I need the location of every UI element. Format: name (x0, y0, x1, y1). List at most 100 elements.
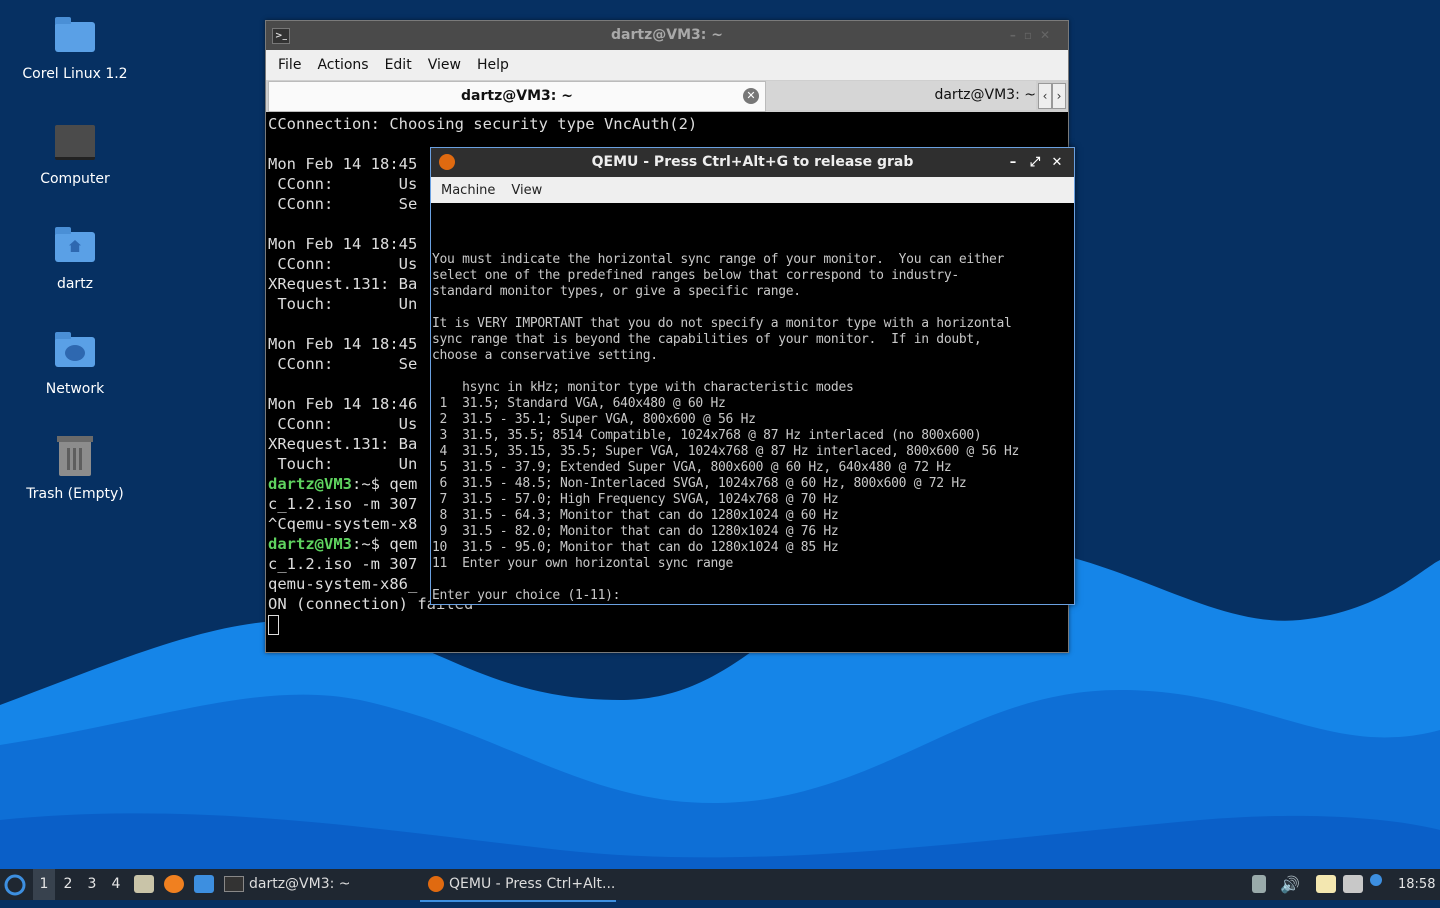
task-terminal[interactable]: dartz@VM3: ~ (224, 869, 351, 900)
vga-line: select one of the predefined ranges belo… (432, 268, 959, 283)
vga-line: 7 31.5 - 57.0; High Frequency SVGA, 1024… (432, 492, 839, 507)
command-fragment: qem (380, 475, 418, 493)
vga-line (432, 364, 1074, 380)
vga-line: 9 31.5 - 82.0; Monitor that can do 1280x… (432, 524, 839, 539)
network-icon[interactable] (1343, 875, 1363, 893)
vga-line: You must indicate the horizontal sync ra… (432, 252, 1005, 267)
firefox-icon[interactable] (164, 875, 184, 893)
taskbar: 1 2 3 4 dartz@VM3: ~ QEMU - Press Ctrl+A… (0, 869, 1440, 902)
desktop-icon-label: Computer (40, 171, 110, 187)
desktop-icon-home[interactable]: dartz (10, 224, 140, 292)
terminal-title: dartz@VM3: ~ (611, 27, 723, 43)
error-text: ON (connection) (268, 595, 408, 613)
desktop-icon-computer[interactable]: Computer (10, 119, 140, 187)
lubuntu-logo-icon (4, 874, 26, 896)
qemu-menubar: Machine View (431, 177, 1074, 203)
vga-line: 2 31.5 - 35.1; Super VGA, 800x600 @ 56 H… (432, 412, 756, 427)
maximize-icon[interactable]: ⤢ (1024, 148, 1046, 177)
terminal-titlebar[interactable]: >_ dartz@VM3: ~ –▫✕ (266, 21, 1068, 50)
chevron-right-icon[interactable]: › (1052, 83, 1066, 109)
workspace-4[interactable]: 4 (105, 869, 127, 900)
terminal-line: CConnection: Choosing security type VncA… (268, 115, 698, 133)
network-folder-icon (51, 329, 99, 375)
desktop-icon-corel-linux[interactable]: Corel Linux 1.2 (10, 14, 140, 82)
vga-line: 4 31.5, 35.15, 35.5; Super VGA, 1024x768… (432, 444, 1020, 459)
terminal-cursor-line (268, 614, 1068, 635)
task-label: QEMU - Press Ctrl+Alt... (449, 876, 616, 892)
desktop-icon-label: Corel Linux 1.2 (22, 66, 128, 82)
vga-line: standard monitor types, or give a specif… (432, 284, 801, 299)
vga-line: 5 31.5 - 37.9; Extended Super VGA, 800x6… (432, 460, 952, 475)
prompt-user: dartz@VM3 (268, 535, 352, 553)
vga-line (432, 572, 1074, 588)
show-desktop-icon[interactable] (194, 875, 214, 893)
terminal-tab-active[interactable]: dartz@VM3: ~ ✕ (268, 81, 766, 112)
chevron-left-icon[interactable]: ‹ (1038, 83, 1052, 109)
menu-view[interactable]: View (503, 183, 550, 198)
folder-icon (51, 14, 99, 60)
terminal-menubar: File Actions Edit View Help (266, 50, 1068, 80)
terminal-icon (224, 876, 244, 892)
menu-machine[interactable]: Machine (433, 183, 503, 198)
computer-icon (51, 119, 99, 165)
qemu-window[interactable]: QEMU - Press Ctrl+Alt+G to release grab … (430, 147, 1075, 605)
task-qemu[interactable]: QEMU - Press Ctrl+Alt... (420, 869, 616, 902)
clipboard-icon[interactable] (1316, 875, 1336, 893)
desktop-icon-label: dartz (56, 276, 94, 292)
text-cursor (268, 614, 279, 635)
desktop-icon-trash[interactable]: Trash (Empty) (10, 434, 140, 502)
desktop-icon-label: Trash (Empty) (26, 486, 124, 502)
tab-label: dartz@VM3: ~ (461, 88, 573, 104)
vga-line: sync range that is beyond the capabiliti… (432, 332, 982, 347)
start-menu-button[interactable] (4, 869, 28, 900)
clock[interactable]: 18:58 (1398, 869, 1435, 900)
close-tab-icon[interactable]: ✕ (743, 88, 759, 104)
prompt-user: dartz@VM3 (268, 475, 352, 493)
vga-line: 8 31.5 - 64.3; Monitor that can do 1280x… (432, 508, 839, 523)
close-icon[interactable]: ✕ (1046, 148, 1068, 177)
trash-icon (51, 434, 99, 480)
task-label: dartz@VM3: ~ (249, 876, 351, 892)
qemu-title: QEMU - Press Ctrl+Alt+G to release grab (591, 154, 914, 170)
tab-label: dartz@VM3: ~ (934, 87, 1036, 103)
menu-view[interactable]: View (420, 57, 469, 73)
qemu-titlebar[interactable]: QEMU - Press Ctrl+Alt+G to release grab … (431, 148, 1074, 177)
workspace-3[interactable]: 3 (81, 869, 103, 900)
tab-scroll: ‹ › (1038, 83, 1066, 109)
update-notifier-icon[interactable] (1370, 874, 1382, 886)
window-controls[interactable]: –▫✕ (1010, 21, 1058, 50)
menu-edit[interactable]: Edit (377, 57, 420, 73)
workspace-2[interactable]: 2 (57, 869, 79, 900)
vga-line: hsync in kHz; monitor type with characte… (432, 380, 854, 395)
prompt-path: :~$ (352, 535, 380, 553)
vga-line: 6 31.5 - 48.5; Non-Interlaced SVGA, 1024… (432, 476, 967, 491)
terminal-tabbar: dartz@VM3: ~ ✕ dartz@VM3: ~ ‹ › (266, 80, 1068, 112)
workspace-1[interactable]: 1 (33, 869, 55, 900)
window-controls: – ⤢ ✕ (1002, 148, 1068, 177)
keyboard-layout-icon[interactable] (1252, 875, 1266, 893)
vga-line: Enter your choice (1-11): (432, 588, 621, 603)
vga-line (432, 300, 1074, 316)
qemu-display[interactable]: You must indicate the horizontal sync ra… (432, 204, 1074, 604)
vga-line: choose a conservative setting. (432, 348, 658, 363)
file-manager-icon[interactable] (134, 875, 154, 893)
menu-help[interactable]: Help (469, 57, 517, 73)
qemu-icon (428, 876, 444, 892)
vga-line: It is VERY IMPORTANT that you do not spe… (432, 316, 1012, 331)
prompt-path: :~$ (352, 475, 380, 493)
vga-line: 10 31.5 - 95.0; Monitor that can do 1280… (432, 540, 839, 555)
menu-actions[interactable]: Actions (309, 57, 376, 73)
desktop-icon-label: Network (45, 381, 105, 397)
terminal-tab-inactive[interactable]: dartz@VM3: ~ (766, 81, 1036, 110)
volume-icon[interactable]: 🔊 (1280, 869, 1300, 900)
vga-line: 11 Enter your own horizontal sync range (432, 556, 734, 571)
desktop-icon-network[interactable]: Network (10, 329, 140, 397)
vga-line: 3 31.5, 35.5; 8514 Compatible, 1024x768 … (432, 428, 982, 443)
minimize-icon[interactable]: – (1002, 148, 1024, 177)
vga-line: 1 31.5; Standard VGA, 640x480 @ 60 Hz (432, 396, 726, 411)
menu-file[interactable]: File (270, 57, 309, 73)
terminal-icon: >_ (272, 28, 290, 44)
home-folder-icon (51, 224, 99, 270)
command-fragment: qem (380, 535, 418, 553)
qemu-icon (439, 154, 455, 170)
